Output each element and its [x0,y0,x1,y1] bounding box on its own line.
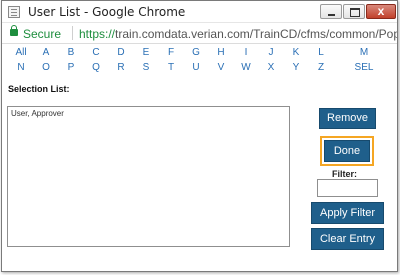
done-button-highlight: Done [320,136,374,166]
remove-button[interactable]: Remove [319,108,376,129]
selection-list[interactable]: User, Approver [7,106,290,247]
apply-filter-button[interactable]: Apply Filter [311,202,384,224]
minimize-button[interactable] [320,4,342,19]
selection-list-label: Selection List: [8,84,70,94]
title-bar[interactable]: User List - Google Chrome x [2,1,397,23]
browser-popup-window: User List - Google Chrome x Secure https… [1,0,398,272]
alphabet-row-2: N O P Q R S T U V W X Y Z SEL [6,62,395,77]
alpha-link-sel[interactable]: SEL [349,62,379,73]
url-path: train.comdata.verian.com/TrainCD/cfms/co… [115,27,397,41]
alphabet-row-1: All A B C D E F G H I J K L M [6,47,395,62]
done-button[interactable]: Done [324,140,370,162]
address-bar[interactable]: Secure https://train.comdata.verian.com/… [2,24,397,44]
clear-entry-button[interactable]: Clear Entry [311,228,384,250]
window-title: User List - Google Chrome [28,5,186,19]
close-icon: x [377,4,385,18]
filter-input[interactable] [317,179,378,197]
alpha-link-m[interactable]: M [349,47,379,58]
maximize-button[interactable] [343,4,365,19]
filter-label: Filter: [332,169,358,179]
close-button[interactable]: x [366,4,396,19]
secure-label: Secure [23,27,62,41]
url-text[interactable]: https://train.comdata.verian.com/TrainCD… [79,27,397,41]
page-icon [8,6,20,18]
alpha-link-z[interactable]: Z [306,62,336,73]
lock-icon [10,25,18,36]
url-scheme: https:// [79,27,116,41]
address-divider [72,26,73,40]
alpha-link-l[interactable]: L [306,47,336,58]
list-item[interactable]: User, Approver [8,107,289,120]
